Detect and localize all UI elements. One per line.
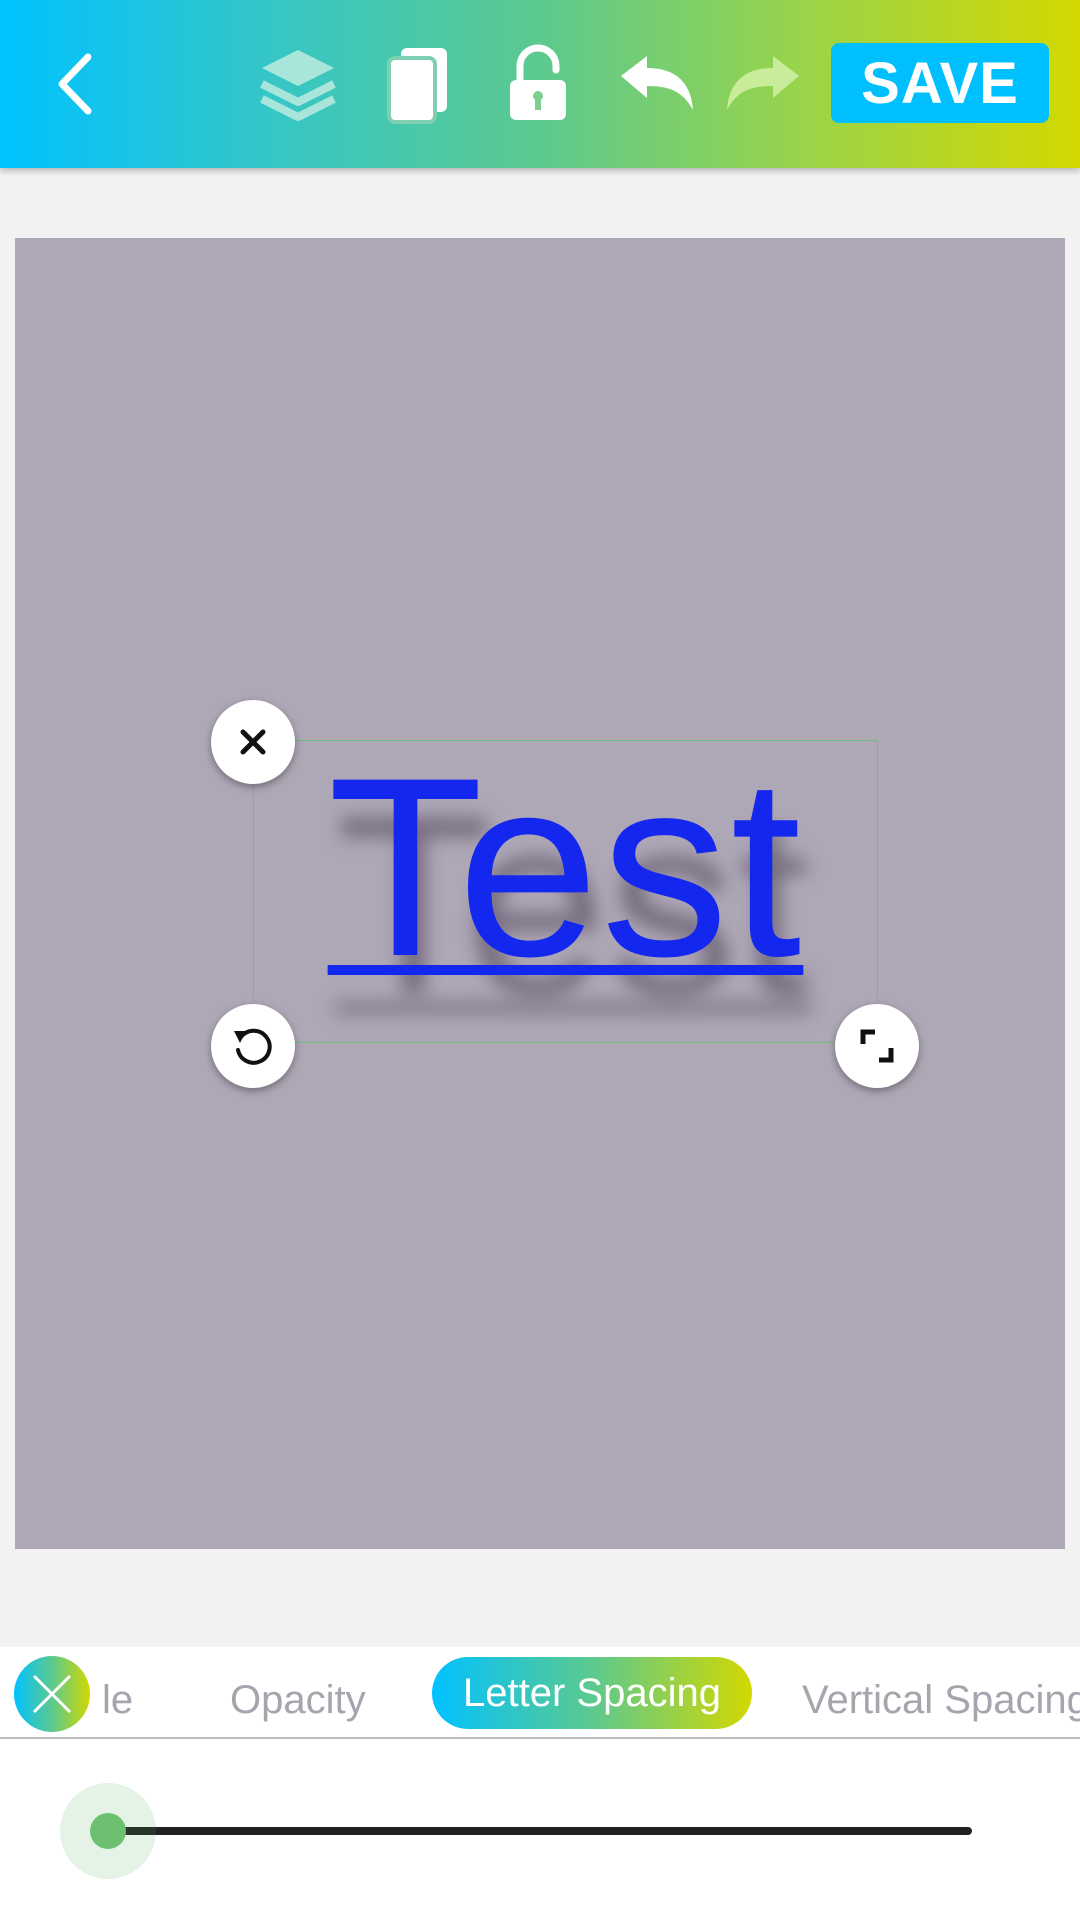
back-button[interactable] (25, 32, 125, 136)
slider-panel (0, 1739, 1080, 1920)
rotate-icon (234, 1028, 272, 1065)
tab-opacity[interactable]: Opacity (230, 1664, 366, 1736)
undo-icon (621, 56, 693, 110)
save-button[interactable]: SAVE (831, 43, 1049, 123)
canvas-text[interactable]: Test (253, 740, 878, 995)
letter-spacing-slider-thumb[interactable] (90, 1813, 126, 1849)
property-tabs: le Opacity Letter Spacing Vertical Spaci… (0, 1647, 1080, 1739)
text-layer[interactable]: Test Test (253, 740, 878, 1040)
resize-icon (860, 1029, 894, 1063)
design-canvas[interactable]: Test Test (15, 238, 1065, 1549)
redo-icon (727, 56, 799, 110)
unlock-icon (510, 44, 566, 120)
duplicate-button[interactable] (368, 32, 468, 136)
delete-handle[interactable] (211, 700, 295, 784)
lock-button[interactable] (488, 32, 588, 136)
tab-vertical-spacing[interactable]: Vertical Spacing (802, 1664, 1080, 1736)
close-icon (32, 1674, 72, 1714)
top-toolbar: SAVE (0, 0, 1080, 168)
close-icon (240, 729, 266, 755)
rotate-handle[interactable] (211, 1004, 295, 1088)
close-panel-button[interactable] (14, 1656, 90, 1732)
layers-icon (260, 50, 336, 121)
tab-letter-spacing[interactable]: Letter Spacing (432, 1657, 752, 1729)
undo-button[interactable] (607, 32, 707, 136)
letter-spacing-slider-track[interactable] (108, 1827, 972, 1835)
resize-handle[interactable] (835, 1004, 919, 1088)
tab-partial[interactable]: le (102, 1664, 133, 1736)
back-icon (58, 53, 92, 115)
layers-button[interactable] (248, 32, 348, 136)
duplicate-icon (387, 48, 447, 124)
redo-button[interactable] (713, 32, 813, 136)
